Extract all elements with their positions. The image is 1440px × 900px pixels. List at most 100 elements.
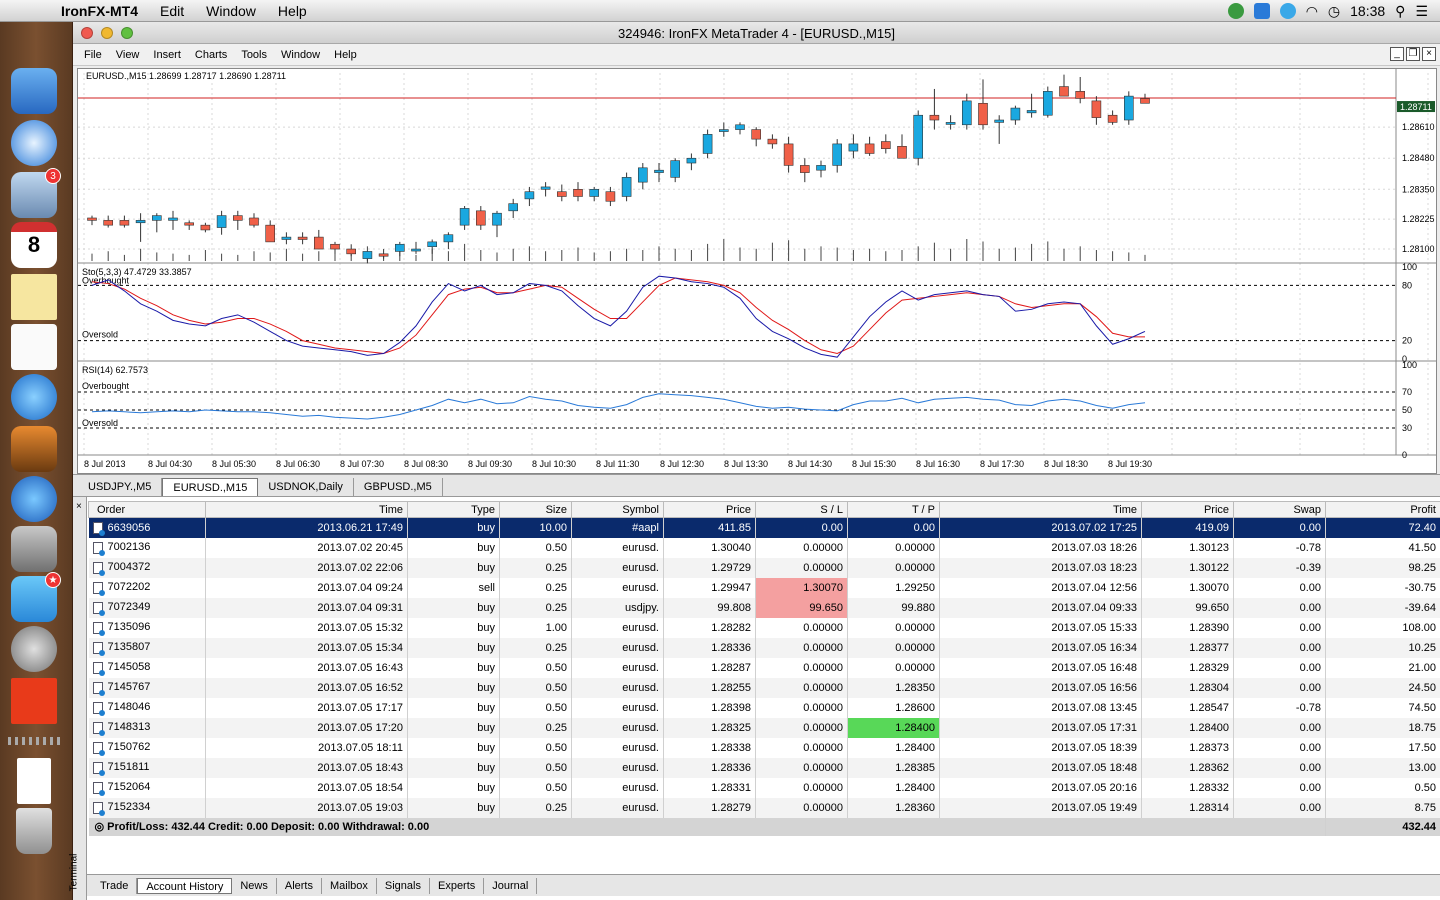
table-row[interactable]: 7002136 2013.07.02 20:45 buy 0.50 eurusd. 1.3… [88, 537, 1440, 558]
rsi-level-label: 70 [1402, 387, 1412, 397]
table-cell: 1.29729 [663, 557, 756, 578]
menu-view[interactable]: View [109, 49, 147, 61]
menu-window[interactable]: Window [195, 3, 267, 19]
column-header-type[interactable]: Type [407, 501, 500, 518]
menu-app-name[interactable]: IronFX-MT4 [50, 3, 149, 19]
table-row[interactable]: 7150762 2013.07.05 18:11 buy 0.50 eurusd. 1.2… [88, 737, 1440, 758]
table-cell: 0.00000 [847, 557, 940, 578]
chart-tab-usdnok[interactable]: USDNOK,Daily [258, 478, 354, 496]
terminal-tab-account-history[interactable]: Account History [137, 877, 233, 894]
terminal-tab-news[interactable]: News [232, 877, 277, 894]
order-number: 7072202 [107, 581, 151, 594]
table-cell: 0.25 [499, 637, 572, 658]
wifi-icon[interactable]: ◠ [1306, 3, 1318, 20]
column-header-price[interactable]: Price [1141, 501, 1234, 518]
twitter-tray-icon[interactable] [1279, 3, 1296, 19]
column-header-size[interactable]: Size [499, 501, 572, 518]
twitter-icon[interactable]: ★ [11, 572, 61, 622]
finder-icon[interactable] [11, 68, 57, 114]
chart-tab-gbpusd[interactable]: GBPUSD.,M5 [354, 478, 443, 496]
menu-help[interactable]: Help [267, 3, 318, 19]
table-cell: 1.28362 [1141, 757, 1234, 778]
table-cell: #aapl [571, 517, 664, 538]
table-row[interactable]: 7152334 2013.07.05 19:03 buy 0.25 eurusd. 1.2… [88, 797, 1440, 818]
reminders-icon[interactable] [11, 324, 57, 370]
mail-icon[interactable]: 3 [11, 168, 61, 218]
column-header-time[interactable]: Time [205, 501, 408, 518]
menu-charts[interactable]: Charts [188, 49, 234, 61]
menu-window-mdi[interactable]: Window [274, 49, 327, 61]
notification-center-icon[interactable]: ☰ [1415, 3, 1428, 20]
candle-body [103, 220, 114, 226]
system-preferences-icon[interactable] [11, 526, 57, 572]
disk-utility-icon[interactable] [11, 626, 57, 672]
table-row[interactable]: 7135807 2013.07.05 15:34 buy 0.25 eurusd. 1.2… [88, 637, 1440, 658]
order-cell: 7072349 [88, 597, 206, 618]
app-store-icon[interactable] [11, 476, 57, 522]
table-cell: 0.00 [1233, 757, 1326, 778]
column-header-time[interactable]: Time [939, 501, 1142, 518]
menu-edit[interactable]: Edit [149, 3, 195, 19]
table-row[interactable]: 7004372 2013.07.02 22:06 buy 0.25 eurusd. 1.2… [88, 557, 1440, 578]
order-cell: 7135096 [88, 617, 206, 638]
iphoto-icon[interactable] [11, 426, 57, 472]
ironfx-icon[interactable] [11, 678, 57, 724]
sync-icon[interactable] [1227, 3, 1244, 19]
column-header-symbol[interactable]: Symbol [571, 501, 664, 518]
table-cell: 0.25 [499, 717, 572, 738]
table-cell: 2013.07.05 19:03 [205, 797, 408, 818]
spotlight-icon[interactable]: ⚲ [1395, 3, 1405, 20]
table-row[interactable]: 7148313 2013.07.05 17:20 buy 0.25 eurusd. 1.2… [88, 717, 1440, 738]
candle-body [314, 236, 324, 250]
column-header-t-p[interactable]: T / P [847, 501, 940, 518]
terminal-close-icon[interactable]: × [76, 501, 82, 512]
terminal-tab-experts[interactable]: Experts [430, 877, 485, 894]
chart-header: EURUSD.,M15 1.28699 1.28717 1.28690 1.28… [86, 71, 286, 81]
table-row[interactable]: 7145058 2013.07.05 16:43 buy 0.50 eurusd. 1.2… [88, 657, 1440, 678]
column-header-order[interactable]: Order [88, 501, 206, 518]
table-row[interactable]: 7151811 2013.07.05 18:43 buy 0.50 eurusd. 1.2… [88, 757, 1440, 778]
table-row[interactable]: 6639056 2013.06.21 17:49 buy 10.00 #aapl 411.… [88, 517, 1440, 538]
document-icon[interactable] [17, 758, 51, 804]
table-cell: 74.50 [1325, 697, 1440, 718]
mdi-close-button[interactable]: × [1422, 47, 1436, 61]
table-row[interactable]: 7072349 2013.07.04 09:31 buy 0.25 usdjpy. 99.… [88, 597, 1440, 618]
mdi-restore-button[interactable]: ❐ [1406, 47, 1420, 61]
clock[interactable]: 18:38 [1350, 3, 1385, 19]
table-row[interactable]: 7072202 2013.07.04 09:24 sell 0.25 eurusd. 1.… [88, 577, 1440, 598]
chart-tab-usdjpy[interactable]: USDJPY.,M5 [78, 478, 163, 496]
terminal-tab-trade[interactable]: Trade [92, 877, 138, 894]
chart-tab-eurusd[interactable]: EURUSD.,M15 [162, 478, 259, 496]
column-header-profit[interactable]: Profit [1325, 501, 1440, 518]
calendar-icon[interactable]: 8 [11, 222, 57, 268]
price-chart[interactable]: 1.28610 1.28480 1.28350 1.28225 1.28100 1.287… [78, 69, 1436, 473]
mdi-minimize-button[interactable]: _ [1390, 47, 1404, 61]
time-label: 8 Jul 09:30 [468, 459, 512, 469]
table-cell: 1.28400 [1141, 717, 1234, 738]
table-row[interactable]: 7152064 2013.07.05 18:54 buy 0.50 eurusd. 1.2… [88, 777, 1440, 798]
menu-insert[interactable]: Insert [146, 49, 188, 61]
chart-area[interactable]: 1.28610 1.28480 1.28350 1.28225 1.28100 1.287… [77, 68, 1437, 474]
column-header-price[interactable]: Price [663, 501, 756, 518]
time-machine-icon[interactable]: ◷ [1328, 3, 1340, 20]
table-row[interactable]: 7135096 2013.07.05 15:32 buy 1.00 eurusd. 1.2… [88, 617, 1440, 638]
terminal-tab-journal[interactable]: Journal [484, 877, 538, 894]
table-row[interactable]: 7145767 2013.07.05 16:52 buy 0.50 eurusd. 1.2… [88, 677, 1440, 698]
table-row[interactable]: 7148046 2013.07.05 17:17 buy 0.50 eurusd. 1.2… [88, 697, 1440, 718]
candle-body [735, 124, 745, 130]
column-header-s-l[interactable]: S / L [755, 501, 848, 518]
itunes-icon[interactable] [11, 374, 57, 420]
menu-help-mdi[interactable]: Help [327, 49, 364, 61]
terminal-tab-signals[interactable]: Signals [377, 877, 430, 894]
terminal-tab-mailbox[interactable]: Mailbox [322, 877, 377, 894]
trash-icon[interactable] [16, 808, 52, 854]
dropbox-icon[interactable] [1253, 3, 1270, 19]
menu-tools[interactable]: Tools [234, 49, 274, 61]
column-header-swap[interactable]: Swap [1233, 501, 1326, 518]
menu-file[interactable]: File [77, 49, 109, 61]
terminal-tab-alerts[interactable]: Alerts [277, 877, 322, 894]
notes-icon[interactable] [11, 274, 57, 320]
table-cell: 2013.07.02 20:45 [205, 537, 408, 558]
safari-icon[interactable] [11, 120, 57, 166]
time-label: 8 Jul 11:30 [596, 459, 639, 469]
